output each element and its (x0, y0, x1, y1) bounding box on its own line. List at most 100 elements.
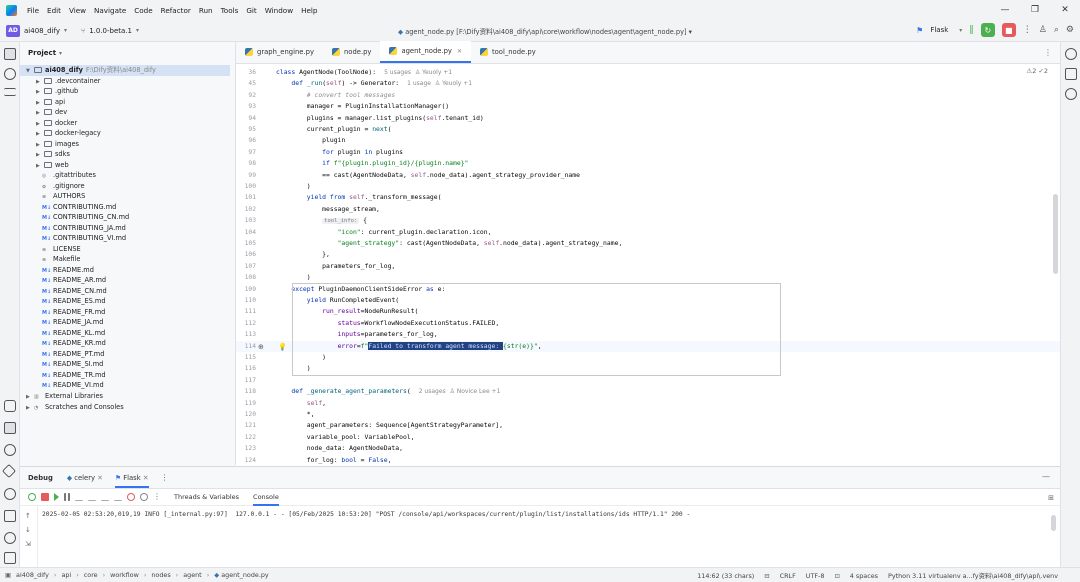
code-line[interactable]: 124 for_log: bool = False, (236, 455, 1060, 466)
menu-code[interactable]: Code (134, 6, 152, 15)
line-number[interactable]: 45 (236, 78, 256, 89)
line-number[interactable]: 113 (236, 329, 256, 340)
search-icon[interactable]: ⌕ (1054, 25, 1059, 35)
line-number[interactable]: 111 (236, 306, 256, 317)
structure-icon[interactable] (4, 88, 16, 96)
tree-folder-devcontainer[interactable]: ▶ .devcontainer (20, 76, 100, 87)
code-line[interactable]: 93 manager = PluginInstallationManager() (236, 101, 1060, 112)
resume-icon[interactable] (54, 493, 59, 501)
view-breakpoints-icon[interactable] (127, 493, 135, 501)
tree-file-readme-es-md[interactable]: M↓ README_ES.md (20, 296, 106, 307)
indent-setting[interactable]: 4 spaces (850, 572, 878, 580)
problems-icon[interactable] (4, 532, 16, 544)
notifications-bell-icon[interactable] (1065, 48, 1077, 60)
line-number[interactable]: 96 (236, 135, 256, 146)
lock-icon[interactable]: ⊡ (834, 572, 839, 580)
code-line[interactable]: 103 tool_info: { (236, 215, 1060, 226)
debug-arrow-icon[interactable]: ⊕ (258, 343, 264, 351)
code-line[interactable]: 98 if f"{plugin.plugin_id}/{plugin.name}… (236, 158, 1060, 169)
menu-tools[interactable]: Tools (221, 6, 239, 15)
breadcrumb-workflow[interactable]: workflow (110, 571, 139, 579)
rerun-debug-icon[interactable] (28, 493, 36, 501)
tree-file-readme-vi-md[interactable]: M↓ README_VI.md (20, 380, 104, 391)
step-over-icon[interactable] (75, 493, 83, 501)
layout-icon[interactable]: ⊞ (1048, 494, 1054, 502)
tree-folder-sdks[interactable]: ▶ sdks (20, 149, 70, 160)
breadcrumb-project[interactable]: ai408_dify (16, 571, 49, 579)
scroll-up-icon[interactable]: ↑ (25, 512, 31, 520)
tree-file-authors[interactable]: ≡ AUTHORS (20, 191, 85, 202)
code-line[interactable]: 105 "agent_strategy": cast(AgentNodeData… (236, 238, 1060, 249)
code-line[interactable]: 108 ) (236, 272, 1060, 283)
more-icon[interactable]: ⋮ (1023, 25, 1032, 35)
line-number[interactable]: 100 (236, 181, 256, 192)
stop-debug-icon[interactable] (41, 493, 49, 501)
tree-folder-api[interactable]: ▶ api (20, 97, 65, 108)
terminal-icon[interactable] (4, 510, 16, 522)
file-encoding[interactable]: UTF-8 (806, 572, 825, 580)
code-line[interactable]: 95 current_plugin = next( (236, 124, 1060, 135)
tab-celery[interactable]: ◆ celery ✕ (67, 474, 103, 482)
mute-breakpoints-icon[interactable] (140, 493, 148, 501)
tab-threads-variables[interactable]: Threads & Variables (174, 493, 239, 501)
tree-root-folder[interactable]: ▼ ai408_dify F:\Dify资料\ai408_dify (20, 65, 230, 76)
menu-edit[interactable]: Edit (47, 6, 61, 15)
code-line[interactable]: 94 plugins = manager.list_plugins(self.t… (236, 113, 1060, 124)
close-window-button[interactable]: ✕ (1050, 5, 1080, 15)
line-number[interactable]: 117 (236, 375, 256, 386)
more-icon[interactable]: ⋮ (161, 473, 169, 482)
line-number[interactable]: 106 (236, 249, 256, 260)
console-scrollbar[interactable] (1051, 515, 1056, 531)
scroll-down-icon[interactable]: ↓ (25, 526, 31, 534)
menu-run[interactable]: Run (199, 6, 213, 15)
line-number[interactable]: 112 (236, 318, 256, 329)
tab-agent-node[interactable]: agent_node.py ✕ (380, 41, 471, 63)
add-user-icon[interactable]: ♙ (1039, 25, 1047, 35)
tree-folder-github[interactable]: ▶ .github (20, 86, 78, 97)
caret-position[interactable]: 114:62 (33 chars) (697, 572, 754, 580)
line-number[interactable]: 123 (236, 443, 256, 454)
layers-icon[interactable] (1, 463, 17, 479)
line-number[interactable]: 108 (236, 272, 256, 283)
tree-folder-docker[interactable]: ▶ docker (20, 118, 77, 129)
close-tab-icon[interactable]: ✕ (143, 474, 149, 482)
line-number[interactable]: 98 (236, 158, 256, 169)
code-line[interactable]: 120 *, (236, 409, 1060, 420)
tree-file-readme-kl-md[interactable]: M↓ README_KL.md (20, 328, 105, 339)
line-number[interactable]: 93 (236, 101, 256, 112)
python-interpreter[interactable]: Python 3.11 virtualenv a...fy资料\ai408_di… (888, 571, 1058, 580)
tree-file-readme-pt-md[interactable]: M↓ README_PT.md (20, 349, 104, 360)
tree-file-gitignore[interactable]: ⊘ .gitignore (20, 181, 85, 192)
commit-icon[interactable] (4, 68, 16, 80)
code-line[interactable]: 92 # convert tool messages (236, 90, 1060, 101)
tree-file-contributing-cn-md[interactable]: M↓ CONTRIBUTING_CN.md (20, 212, 129, 223)
tree-file-makefile[interactable]: ≡ Makefile (20, 254, 80, 265)
line-number[interactable]: 116 (236, 363, 256, 374)
project-switcher[interactable]: ai408_dify (24, 27, 60, 35)
line-number[interactable]: 110 (236, 295, 256, 306)
menu-window[interactable]: Window (265, 6, 293, 15)
menu-file[interactable]: File (27, 6, 39, 15)
code-line[interactable]: 45 def _run(self) -> Generator: 1 usage ♙… (236, 78, 1060, 89)
tree-file-license[interactable]: ≡ LICENSE (20, 244, 81, 255)
tree-file-readme-tr-md[interactable]: M↓ README_TR.md (20, 370, 106, 381)
code-line[interactable]: 99 == cast(AgentNodeData, self.node_data… (236, 170, 1060, 181)
tree-file-readme-si-md[interactable]: M↓ README_SI.md (20, 359, 103, 370)
tab-graph-engine[interactable]: graph_engine.py (236, 41, 323, 63)
tab-flask[interactable]: ⚑ Flask ✕ (114, 474, 149, 488)
breadcrumb-file[interactable]: ◆ agent_node.py (214, 571, 268, 579)
code-editor[interactable]: 36 class AgentNode(ToolNode): 5 usages ♙ Y… (236, 64, 1060, 466)
more-icon[interactable]: ⋮ (153, 493, 161, 501)
minimize-panel-icon[interactable]: — (1042, 472, 1050, 481)
tree-file-contributing-md[interactable]: M↓ CONTRIBUTING.md (20, 202, 116, 213)
line-number[interactable]: 115 (236, 352, 256, 363)
code-line[interactable]: 101 yield from self._transform_message( (236, 192, 1060, 203)
run-to-cursor-icon[interactable] (114, 493, 122, 501)
menu-view[interactable]: View (69, 6, 86, 15)
step-out-icon[interactable] (101, 493, 109, 501)
step-into-icon[interactable] (88, 493, 96, 501)
inspection-widget[interactable]: ⚠2 ✓2 (1026, 67, 1048, 75)
project-folder-icon[interactable] (4, 48, 16, 60)
line-separator[interactable]: CRLF (780, 572, 796, 580)
pause-icon[interactable]: ‖ (969, 25, 974, 35)
